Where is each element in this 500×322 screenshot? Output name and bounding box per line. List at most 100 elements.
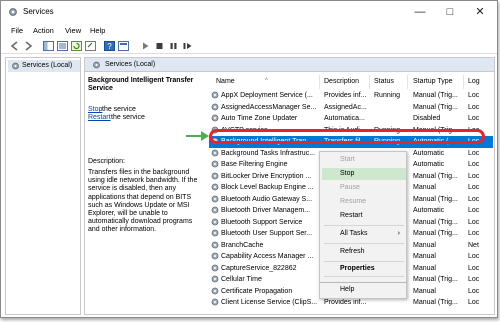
services-gear-icon [12,62,19,70]
menu-view[interactable]: View [65,26,81,35]
column-divider[interactable] [407,75,408,89]
properties-icon[interactable] [118,41,129,51]
cell-startup: Manual [413,241,436,249]
highlight-ring [209,129,485,144]
menu-separator [324,276,404,277]
cell-startup: Manual (Trig... [413,92,458,99]
restart-service-link[interactable]: Restart [88,114,111,121]
menu-action[interactable]: Action [33,26,54,35]
cell-startup: Manual (Trig... [413,276,458,283]
column-divider[interactable] [463,75,464,89]
minimize-button[interactable]: — [405,1,435,23]
cell-log: Loc [468,287,480,295]
cell-log: Loc [468,184,480,191]
console-tree-icon[interactable] [43,41,54,51]
service-gear-icon [211,252,219,260]
menu-item-restart[interactable]: Restart [322,210,406,222]
cell-log: Net [468,241,479,249]
menu-item-help[interactable]: Help [322,284,406,296]
menu-item-start[interactable]: Start [322,154,406,166]
back-icon[interactable] [9,41,20,51]
stop-link-suffix: the service [102,106,136,113]
menu-item-properties[interactable]: Properties [322,263,406,275]
menu-item-pause[interactable]: Pause [322,182,406,194]
service-row[interactable]: AssignedAccessManager Se... AssignedAc...… [209,102,493,114]
cell-log: Loc [468,230,480,237]
services-gear-icon [93,61,100,69]
cell-name: Base Filtering Engine [221,161,288,168]
tree-item-services-local[interactable]: Services (Local) [8,60,80,72]
green-arrow-icon [186,131,209,141]
services-main-pane: Services (Local) Background Intelligent … [84,57,495,315]
menu-item-all-tasks[interactable]: All Tasks › [322,228,406,240]
description-label: Description: [88,158,125,165]
column-header-status[interactable]: Status [374,78,394,85]
restart-link-suffix: the service [111,114,145,121]
service-details-panel: Background Intelligent Transfer Service … [87,75,207,313]
menu-item-stop[interactable]: Stop [322,168,406,180]
cell-log: Loc [468,264,480,272]
cell-name: Cellular Time [221,276,262,283]
cell-log: Loc [468,207,480,214]
help-icon[interactable]: ? [104,41,115,51]
column-divider[interactable] [319,75,320,89]
service-gear-icon [211,114,219,122]
cell-log: Loc [468,299,480,306]
column-header-description[interactable]: Description [324,78,359,85]
menu-separator [324,225,404,226]
cell-description: Provides inf... [324,299,367,306]
column-header-startup-type[interactable]: Startup Type [413,78,453,85]
service-gear-icon [211,206,219,214]
cell-startup: Disabled [413,115,441,122]
title-bar[interactable]: Services — □ ✕ [1,1,497,23]
menu-bar: File Action View Help [1,24,497,37]
refresh-icon[interactable] [71,41,82,51]
cell-startup: Manual [413,287,436,295]
cell-startup: Automatic [413,161,445,168]
menu-item-resume[interactable]: Resume [322,196,406,208]
restart-service-icon[interactable] [182,41,193,51]
close-button[interactable]: ✕ [465,1,495,23]
cell-name: Bluetooth Support Service [221,218,303,226]
column-header-log-on-as[interactable]: Log [468,78,480,85]
cell-log: Loc [468,253,480,260]
context-menu-footer: Help [319,283,407,299]
cell-log: Loc [468,195,480,203]
service-row[interactable]: Auto Time Zone Updater Automatica... Disab… [209,113,493,125]
window-title: Services [23,7,54,16]
stop-service-icon[interactable] [154,41,165,51]
export-list-icon[interactable] [85,41,96,51]
column-divider[interactable] [369,75,370,89]
service-gear-icon [211,149,219,156]
menu-separator [324,243,404,244]
pause-service-icon[interactable] [168,41,179,51]
cell-log: Loc [468,92,480,99]
service-gear-icon [211,172,219,179]
menu-help[interactable]: Help [90,26,105,35]
menu-item-refresh[interactable]: Refresh [322,246,406,258]
svg-text:?: ? [107,42,112,51]
list-view-icon[interactable] [57,41,68,51]
services-gear-icon [9,8,17,16]
context-menu: Start Stop Pause Resume Restart All Task… [319,151,407,283]
toolbar: ? [1,38,497,54]
service-gear-icon [211,183,219,191]
cell-log: Loc [468,218,480,226]
column-header-name[interactable]: Name [216,78,235,85]
cell-description: AssignedAc... [324,103,367,111]
submenu-arrow-icon: › [397,230,400,237]
stop-service-link[interactable]: Stop [88,106,102,113]
maximize-button[interactable]: □ [435,1,465,23]
cell-startup: Manual (Trig... [413,230,458,237]
start-service-icon[interactable] [140,41,151,51]
service-gear-icon [211,91,219,99]
menu-file[interactable]: File [11,26,23,35]
cell-name: Client License Service (ClipS... [221,299,318,306]
service-row[interactable]: AppX Deployment Service (... Provides inf… [209,90,493,102]
cell-startup: Manual (Trig... [413,172,458,180]
forward-icon[interactable] [23,41,34,51]
column-header-row: Name ^ Description Status Startup Type L… [209,75,493,89]
cell-log: Loc [468,115,480,122]
cell-startup: Manual (Trig... [413,299,458,306]
cell-name: Bluetooth Audio Gateway S... [221,195,313,203]
